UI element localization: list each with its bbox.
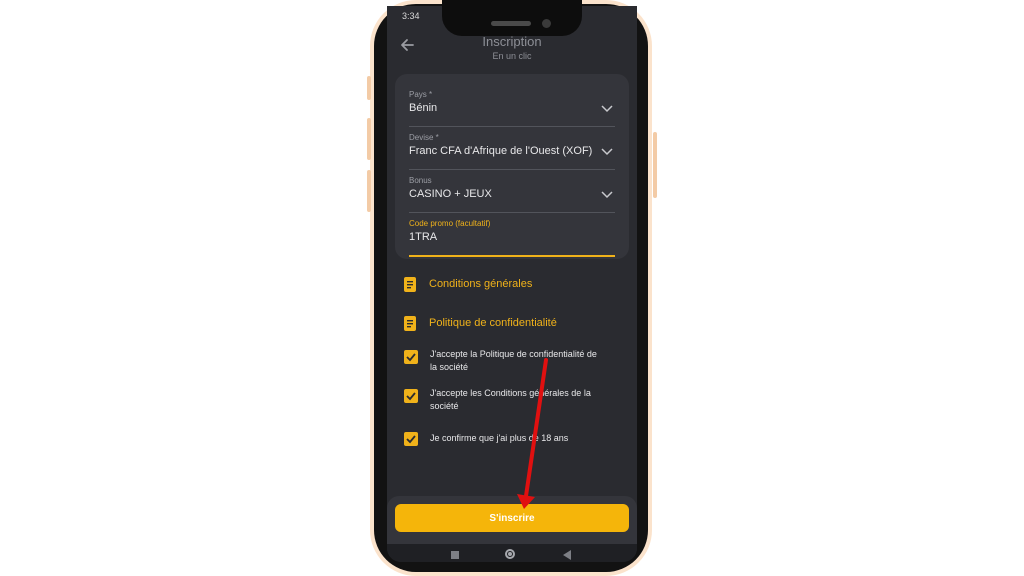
volume-button <box>367 170 371 212</box>
status-time: 3:34 <box>402 11 420 21</box>
home-icon[interactable] <box>505 549 515 559</box>
page-subtitle: En un clic <box>492 51 532 61</box>
country-value: Bénin <box>409 102 438 114</box>
page-title: Inscription <box>482 34 542 49</box>
promo-code-input[interactable]: Code promo (facultatif) 1TRA <box>409 219 615 257</box>
back-triangle-icon[interactable] <box>563 550 571 560</box>
terms-link[interactable]: Conditions générales <box>404 276 614 294</box>
volume-button <box>367 118 371 160</box>
register-button[interactable]: S'inscrire <box>395 504 629 532</box>
document-icon <box>404 277 416 292</box>
privacy-consent-checkbox-row[interactable]: J'accepte la Politique de confidentialit… <box>404 348 614 376</box>
privacy-consent-checkbox[interactable] <box>404 350 418 364</box>
chevron-down-icon <box>601 105 613 113</box>
chevron-down-icon <box>601 148 613 156</box>
camera <box>542 19 551 28</box>
age-confirm-checkbox[interactable] <box>404 432 418 446</box>
phone-notch <box>442 0 582 36</box>
app-screen: 3:34 Inscription En un clic Pays * Bénin… <box>387 6 637 562</box>
country-select[interactable]: Pays * Bénin <box>409 90 615 127</box>
bonus-value: CASINO + JEUX <box>409 188 492 200</box>
privacy-link-label[interactable]: Politique de confidentialité <box>429 317 557 329</box>
android-nav-bar <box>387 544 637 562</box>
country-label: Pays * <box>409 90 433 99</box>
volume-button <box>367 76 371 100</box>
registration-form: Pays * Bénin Devise * Franc CFA d'Afriqu… <box>395 74 629 259</box>
currency-select[interactable]: Devise * Franc CFA d'Afrique de l'Ouest … <box>409 133 615 170</box>
currency-value: Franc CFA d'Afrique de l'Ouest (XOF) <box>409 145 593 157</box>
checkmark-icon <box>406 353 416 362</box>
checkmark-icon <box>406 435 416 444</box>
terms-consent-label: J'accepte les Conditions générales de la… <box>430 388 591 411</box>
privacy-link[interactable]: Politique de confidentialité <box>404 315 614 333</box>
currency-label: Devise * <box>409 133 439 142</box>
terms-consent-checkbox-row[interactable]: J'accepte les Conditions générales de la… <box>404 387 614 415</box>
age-confirm-label: Je confirme que j'ai plus de 18 ans <box>430 433 569 443</box>
bonus-select[interactable]: Bonus CASINO + JEUX <box>409 176 615 213</box>
speaker <box>491 21 531 26</box>
checkmark-icon <box>406 392 416 401</box>
chevron-down-icon <box>601 191 613 199</box>
document-icon <box>404 316 416 331</box>
terms-consent-checkbox[interactable] <box>404 389 418 403</box>
promo-code-value[interactable]: 1TRA <box>409 231 437 243</box>
terms-link-label[interactable]: Conditions générales <box>429 278 532 290</box>
recent-apps-icon[interactable] <box>451 551 459 559</box>
bonus-label: Bonus <box>409 176 432 185</box>
age-confirm-checkbox-row[interactable]: Je confirme que j'ai plus de 18 ans <box>404 432 614 448</box>
privacy-consent-label: J'accepte la Politique de confidentialit… <box>430 349 597 372</box>
promo-code-label: Code promo (facultatif) <box>409 219 491 228</box>
power-button <box>653 132 657 198</box>
